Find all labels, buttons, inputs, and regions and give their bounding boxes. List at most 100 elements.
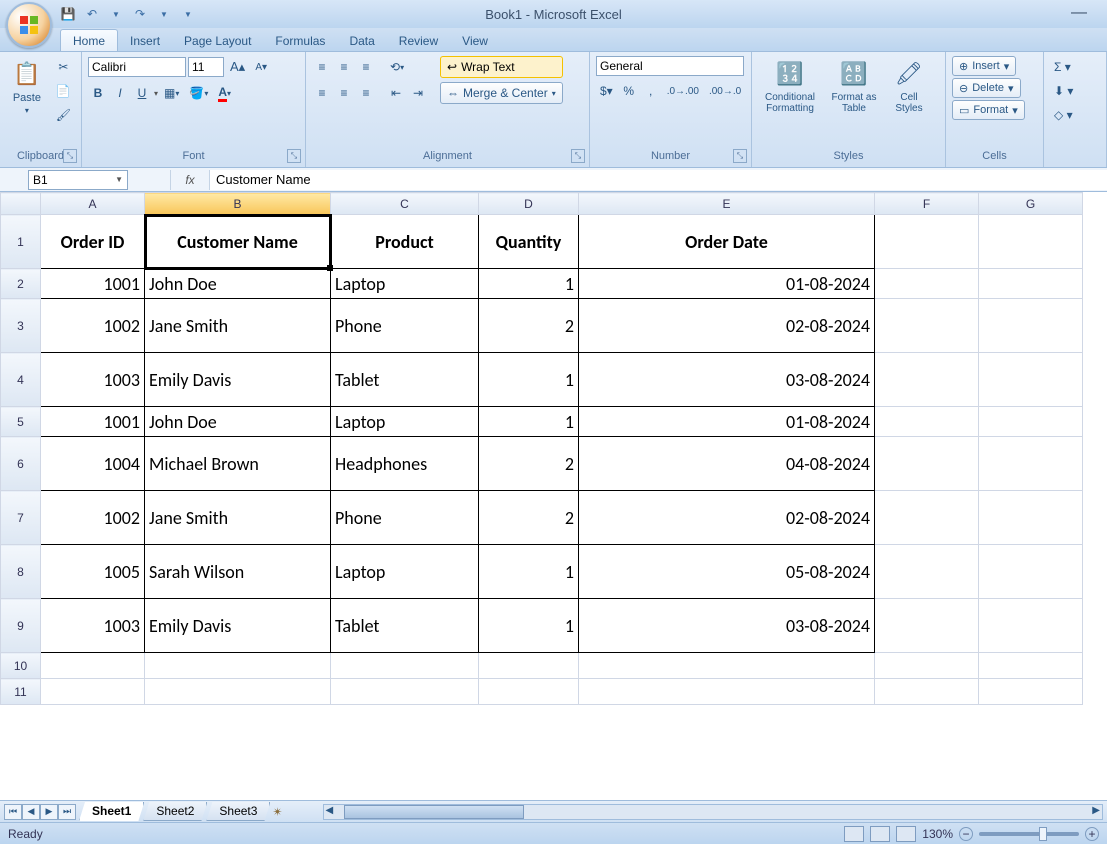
cell-F3[interactable]	[875, 299, 979, 353]
cell-E7[interactable]: 02-08-2024	[579, 491, 875, 545]
cell-styles-button[interactable]: 🖍 Cell Styles	[886, 56, 932, 116]
redo-dropdown-icon[interactable]: ▼	[156, 6, 172, 22]
cell-F8[interactable]	[875, 545, 979, 599]
cell-D1[interactable]: Quantity	[479, 215, 579, 269]
decrease-indent-icon[interactable]: ⇤	[386, 82, 406, 104]
cell-F6[interactable]	[875, 437, 979, 491]
cell-A8[interactable]: 1005	[41, 545, 145, 599]
qat-customize-icon[interactable]: ▼	[180, 6, 196, 22]
cell-A11[interactable]	[41, 679, 145, 705]
comma-format-icon[interactable]: ,	[641, 80, 661, 102]
cell-D7[interactable]: 2	[479, 491, 579, 545]
orientation-icon[interactable]: ⟲▾	[386, 56, 408, 78]
column-header-A[interactable]: A	[41, 193, 145, 215]
column-header-D[interactable]: D	[479, 193, 579, 215]
page-break-view-icon[interactable]	[896, 826, 916, 842]
first-sheet-icon[interactable]: ⏮	[4, 804, 22, 820]
cell-G6[interactable]	[979, 437, 1083, 491]
undo-dropdown-icon[interactable]: ▼	[108, 6, 124, 22]
format-as-table-button[interactable]: 🔠 Format as Table	[826, 56, 882, 116]
cell-D2[interactable]: 1	[479, 269, 579, 299]
column-header-G[interactable]: G	[979, 193, 1083, 215]
row-header-4[interactable]: 4	[1, 353, 41, 407]
horizontal-scrollbar[interactable]: ◀ ▶	[323, 804, 1103, 820]
cell-G10[interactable]	[979, 653, 1083, 679]
cell-D3[interactable]: 2	[479, 299, 579, 353]
cell-A5[interactable]: 1001	[41, 407, 145, 437]
cell-B2[interactable]: John Doe	[145, 269, 331, 299]
name-box[interactable]: B1 ▼	[28, 170, 128, 190]
cell-B11[interactable]	[145, 679, 331, 705]
autosum-icon[interactable]: Σ ▾	[1050, 56, 1075, 78]
align-center-icon[interactable]: ≡	[334, 82, 354, 104]
sheet-tab-sheet3[interactable]: Sheet3	[206, 802, 270, 821]
tab-page-layout[interactable]: Page Layout	[172, 30, 263, 51]
dropdown-icon[interactable]: ▼	[115, 175, 123, 184]
column-header-F[interactable]: F	[875, 193, 979, 215]
sheet-tab-sheet1[interactable]: Sheet1	[79, 802, 144, 821]
percent-format-icon[interactable]: %	[619, 80, 639, 102]
launcher-icon[interactable]: ⤡	[733, 149, 747, 163]
row-header-3[interactable]: 3	[1, 299, 41, 353]
cell-B4[interactable]: Emily Davis	[145, 353, 331, 407]
cell-E5[interactable]: 01-08-2024	[579, 407, 875, 437]
cell-C9[interactable]: Tablet	[331, 599, 479, 653]
cell-G8[interactable]	[979, 545, 1083, 599]
cell-G9[interactable]	[979, 599, 1083, 653]
cell-A1[interactable]: Order ID	[41, 215, 145, 269]
bold-button[interactable]: B	[88, 82, 108, 104]
cell-D9[interactable]: 1	[479, 599, 579, 653]
cell-F1[interactable]	[875, 215, 979, 269]
next-sheet-icon[interactable]: ▶	[40, 804, 58, 820]
redo-icon[interactable]: ↷	[132, 6, 148, 22]
shrink-font-icon[interactable]: A▾	[251, 56, 271, 78]
last-sheet-icon[interactable]: ⏭	[58, 804, 76, 820]
sheet-tab-sheet2[interactable]: Sheet2	[143, 802, 207, 821]
cell-F2[interactable]	[875, 269, 979, 299]
cell-D6[interactable]: 2	[479, 437, 579, 491]
align-right-icon[interactable]: ≡	[356, 82, 376, 104]
wrap-text-button[interactable]: ↩ Wrap Text	[440, 56, 563, 78]
tab-home[interactable]: Home	[60, 29, 118, 51]
tab-insert[interactable]: Insert	[118, 30, 172, 51]
cell-C2[interactable]: Laptop	[331, 269, 479, 299]
increase-indent-icon[interactable]: ⇥	[408, 82, 428, 104]
accounting-format-icon[interactable]: $▾	[596, 80, 617, 102]
new-sheet-icon[interactable]: ✴	[272, 805, 282, 819]
cell-A10[interactable]	[41, 653, 145, 679]
cell-B5[interactable]: John Doe	[145, 407, 331, 437]
launcher-icon[interactable]: ⤡	[63, 149, 77, 163]
zoom-out-icon[interactable]: −	[959, 827, 973, 841]
fx-icon[interactable]: fx	[170, 170, 210, 190]
delete-cells-button[interactable]: ⊖ Delete ▾	[952, 78, 1021, 98]
normal-view-icon[interactable]	[844, 826, 864, 842]
increase-decimal-icon[interactable]: .0→.00	[663, 80, 703, 102]
copy-icon[interactable]: 📄	[52, 80, 75, 102]
page-layout-view-icon[interactable]	[870, 826, 890, 842]
prev-sheet-icon[interactable]: ◀	[22, 804, 40, 820]
scroll-thumb[interactable]	[344, 805, 524, 819]
column-header-B[interactable]: B	[145, 193, 331, 215]
row-header-10[interactable]: 10	[1, 653, 41, 679]
cell-F9[interactable]	[875, 599, 979, 653]
save-icon[interactable]: 💾	[60, 6, 76, 22]
cell-G4[interactable]	[979, 353, 1083, 407]
cell-E2[interactable]: 01-08-2024	[579, 269, 875, 299]
cell-E11[interactable]	[579, 679, 875, 705]
cell-G11[interactable]	[979, 679, 1083, 705]
font-color-icon[interactable]: A▾	[214, 82, 235, 104]
zoom-level[interactable]: 130%	[922, 827, 953, 841]
cell-E6[interactable]: 04-08-2024	[579, 437, 875, 491]
cell-F11[interactable]	[875, 679, 979, 705]
cell-G1[interactable]	[979, 215, 1083, 269]
format-cells-button[interactable]: ▭ Format ▾	[952, 100, 1025, 120]
cell-A4[interactable]: 1003	[41, 353, 145, 407]
tab-data[interactable]: Data	[337, 30, 386, 51]
select-all-corner[interactable]	[1, 193, 41, 215]
formula-input[interactable]	[210, 170, 1107, 190]
cell-A9[interactable]: 1003	[41, 599, 145, 653]
launcher-icon[interactable]: ⤡	[571, 149, 585, 163]
row-header-11[interactable]: 11	[1, 679, 41, 705]
cell-C1[interactable]: Product	[331, 215, 479, 269]
undo-icon[interactable]: ↶	[84, 6, 100, 22]
